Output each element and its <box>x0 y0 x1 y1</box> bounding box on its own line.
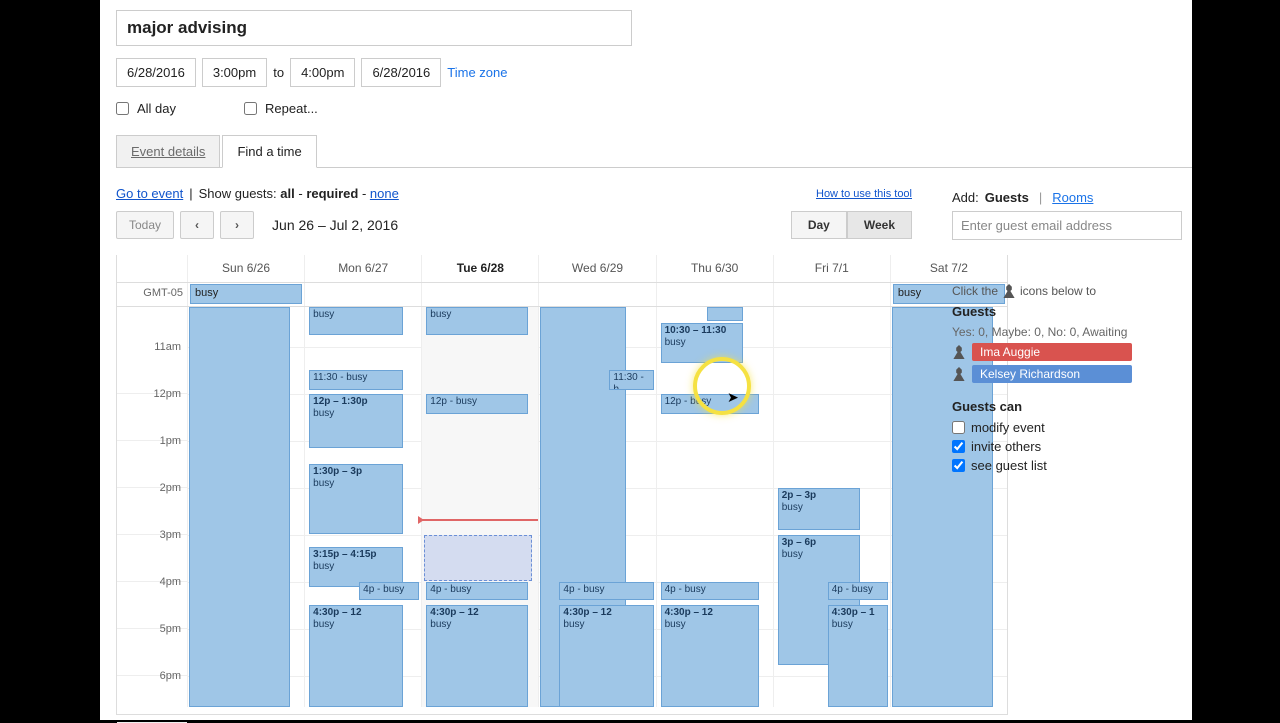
busy-block[interactable]: busy <box>426 307 528 335</box>
busy-block[interactable] <box>707 307 743 321</box>
guest-hint: Click the icons below to <box>952 284 1192 298</box>
date-range-label: Jun 26 – Jul 2, 2016 <box>272 217 398 233</box>
how-to-link[interactable]: How to use this tool <box>816 188 912 200</box>
busy-block[interactable]: 4:30p – 12busy <box>661 605 759 707</box>
tab-find-a-time[interactable]: Find a time <box>222 135 316 168</box>
event-title-input[interactable] <box>116 10 632 46</box>
person-icon[interactable] <box>952 345 966 359</box>
allday-event[interactable]: busy <box>190 284 302 304</box>
day-header: Wed 6/29 <box>538 255 655 282</box>
all-day-checkbox[interactable] <box>116 102 129 115</box>
filter-none[interactable]: none <box>370 186 399 201</box>
busy-block[interactable]: 4p - busy <box>661 582 759 600</box>
busy-block[interactable]: 4p - busy <box>828 582 888 600</box>
busy-block[interactable]: 11:30 - busy <box>309 370 403 390</box>
day-header: Fri 7/1 <box>773 255 890 282</box>
guest-email-input[interactable]: Enter guest email address <box>952 211 1182 240</box>
next-button[interactable]: › <box>220 211 254 239</box>
day-header: Tue 6/28 <box>421 255 538 282</box>
busy-block[interactable]: 11:30 - b <box>609 370 653 390</box>
guests-heading: Guests <box>952 304 1192 319</box>
timezone-label: GMT-05 <box>117 283 187 306</box>
today-button[interactable]: Today <box>116 211 174 239</box>
busy-block[interactable]: 12p - busy <box>426 394 528 414</box>
repeat-label: Repeat... <box>265 101 318 116</box>
busy-block[interactable]: 4p - busy <box>559 582 653 600</box>
busy-block[interactable]: 4:30p – 12busy <box>426 605 528 707</box>
end-date-input[interactable]: 6/28/2016 <box>361 58 441 87</box>
busy-block[interactable]: busy <box>309 307 403 335</box>
busy-block[interactable]: 1:30p – 3pbusy <box>309 464 403 534</box>
start-time-input[interactable]: 3:00pm <box>202 58 267 87</box>
day-header: Mon 6/27 <box>304 255 421 282</box>
see-guest-list-checkbox[interactable] <box>952 459 965 472</box>
busy-block[interactable]: 12p – 1:30pbusy <box>309 394 403 448</box>
busy-block[interactable]: 12p - busy <box>661 394 759 414</box>
busy-block[interactable]: 4p - busy <box>359 582 419 600</box>
timezone-link[interactable]: Time zone <box>447 65 507 80</box>
prev-button[interactable]: ‹ <box>180 211 214 239</box>
week-view-button[interactable]: Week <box>847 211 912 239</box>
invite-others-checkbox[interactable] <box>952 440 965 453</box>
repeat-checkbox[interactable] <box>244 102 257 115</box>
busy-block[interactable]: 3:15p – 4:15pbusy <box>309 547 403 587</box>
calendar-grid[interactable]: Sun 6/26 Mon 6/27 Tue 6/28 Wed 6/29 Thu … <box>116 255 1008 715</box>
filter-all[interactable]: all <box>280 186 294 201</box>
start-date-input[interactable]: 6/28/2016 <box>116 58 196 87</box>
all-day-label: All day <box>137 101 176 116</box>
guest-chip[interactable]: Kelsey Richardson <box>972 365 1132 383</box>
person-icon[interactable] <box>952 367 966 381</box>
rsvp-summary: Yes: 0, Maybe: 0, No: 0, Awaiting <box>952 325 1192 339</box>
day-header: Thu 6/30 <box>656 255 773 282</box>
add-label: Add: <box>952 190 979 205</box>
busy-block[interactable]: 2p – 3pbusy <box>778 488 860 530</box>
chevron-right-icon: › <box>235 218 239 232</box>
guest-chip[interactable]: Ima Auggie <box>972 343 1132 361</box>
busy-block[interactable]: 10:30 – 11:30busy <box>661 323 743 363</box>
end-time-input[interactable]: 4:00pm <box>290 58 355 87</box>
add-rooms-tab[interactable]: Rooms <box>1052 190 1093 205</box>
go-to-event-link[interactable]: Go to event <box>116 186 183 201</box>
tab-event-details[interactable]: Event details <box>116 135 220 167</box>
busy-block[interactable]: 4:30p – 12busy <box>559 605 653 707</box>
filter-required[interactable]: required <box>306 186 358 201</box>
add-guests-tab[interactable]: Guests <box>985 190 1029 205</box>
busy-block[interactable]: 4p - busy <box>426 582 528 600</box>
show-guests-label: Show guests: <box>199 186 277 201</box>
busy-block[interactable] <box>189 307 290 707</box>
to-label: to <box>273 65 284 80</box>
person-icon <box>1002 284 1016 298</box>
day-view-button[interactable]: Day <box>791 211 847 239</box>
guests-can-heading: Guests can <box>952 399 1192 414</box>
modify-event-checkbox[interactable] <box>952 421 965 434</box>
chevron-left-icon: ‹ <box>195 218 199 232</box>
day-header: Sun 6/26 <box>187 255 304 282</box>
proposed-event-slot[interactable] <box>424 535 532 581</box>
busy-block[interactable]: 4:30p – 12busy <box>309 605 403 707</box>
busy-block[interactable]: 4:30p – 1busy <box>828 605 888 707</box>
